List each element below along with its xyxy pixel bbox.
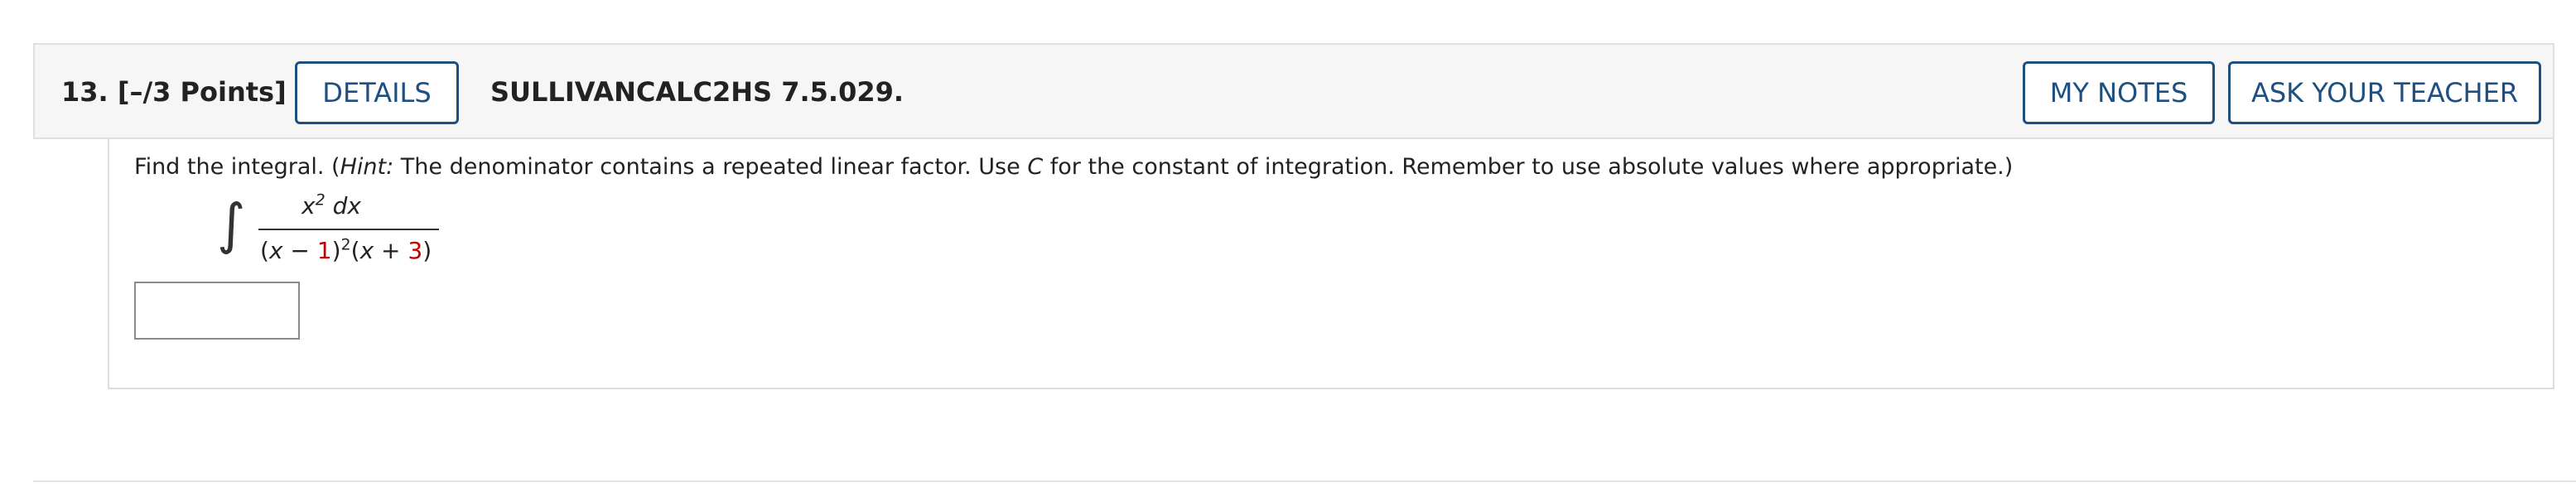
denominator-constant-2: 3 (408, 237, 423, 264)
hint-text-1: The denominator contains a repeated line… (393, 154, 1028, 180)
question-number-points: 13. [–/3 Points] (61, 76, 287, 108)
hint-text-2: for the constant of integration. Remembe… (1043, 154, 2014, 180)
integral-numerator: x2 dx (301, 190, 361, 219)
prompt-lead: Find the integral. ( (134, 154, 340, 180)
integral-denominator: (x − 1)2(x + 3) (260, 235, 432, 264)
my-notes-button[interactable]: MY NOTES (2023, 61, 2215, 124)
details-button[interactable]: DETAILS (295, 61, 459, 124)
question-body: Find the integral. (Hint: The denominato… (108, 139, 2554, 389)
denominator-constant-1: 1 (316, 237, 332, 264)
hint-label: Hint: (340, 154, 394, 180)
integral-expression: ∫ x2 dx (x − 1)2(x + 3) (217, 189, 548, 280)
question-points: [–/3 Points] (117, 76, 287, 108)
section-divider (33, 480, 2576, 482)
question-number: 13. (61, 76, 109, 108)
integral-sign: ∫ (217, 192, 246, 256)
constant-symbol: C (1027, 154, 1044, 180)
question-code: SULLIVANCALC2HS 7.5.029. (490, 76, 904, 108)
question-header: 13. [–/3 Points] DETAILS SULLIVANCALC2HS… (33, 43, 2554, 139)
fraction-bar (258, 229, 439, 230)
ask-your-teacher-button[interactable]: ASK YOUR TEACHER (2228, 61, 2541, 124)
answer-input[interactable] (134, 282, 300, 340)
question-prompt: Find the integral. (Hint: The denominato… (134, 154, 2013, 180)
